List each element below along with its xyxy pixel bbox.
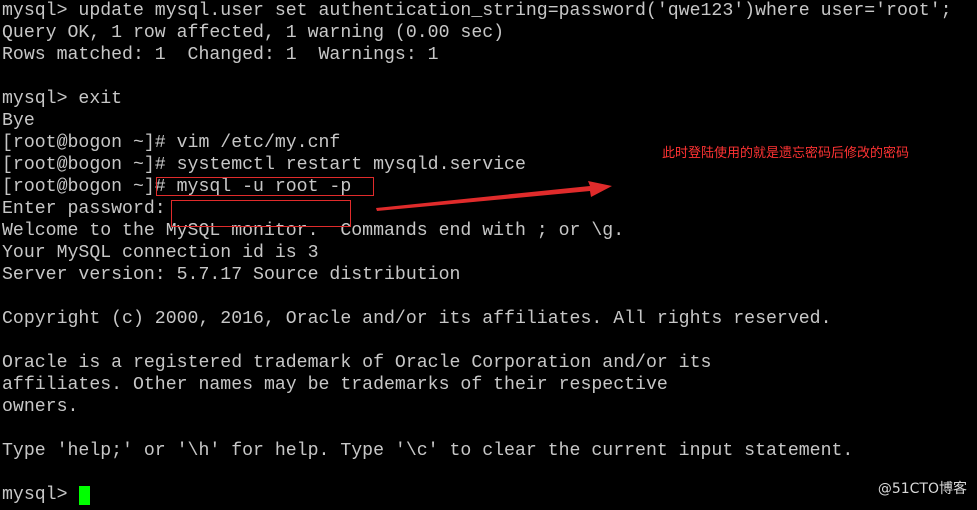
annotation-note: 此时登陆使用的就是遗忘密码后修改的密码: [662, 146, 910, 161]
arrow-shape: [376, 181, 612, 211]
terminal-window[interactable]: mysql> update mysql.user set authenticat…: [0, 0, 977, 510]
annotation-arrow: [376, 181, 612, 211]
watermark-text: @51CTO博客: [877, 481, 967, 497]
